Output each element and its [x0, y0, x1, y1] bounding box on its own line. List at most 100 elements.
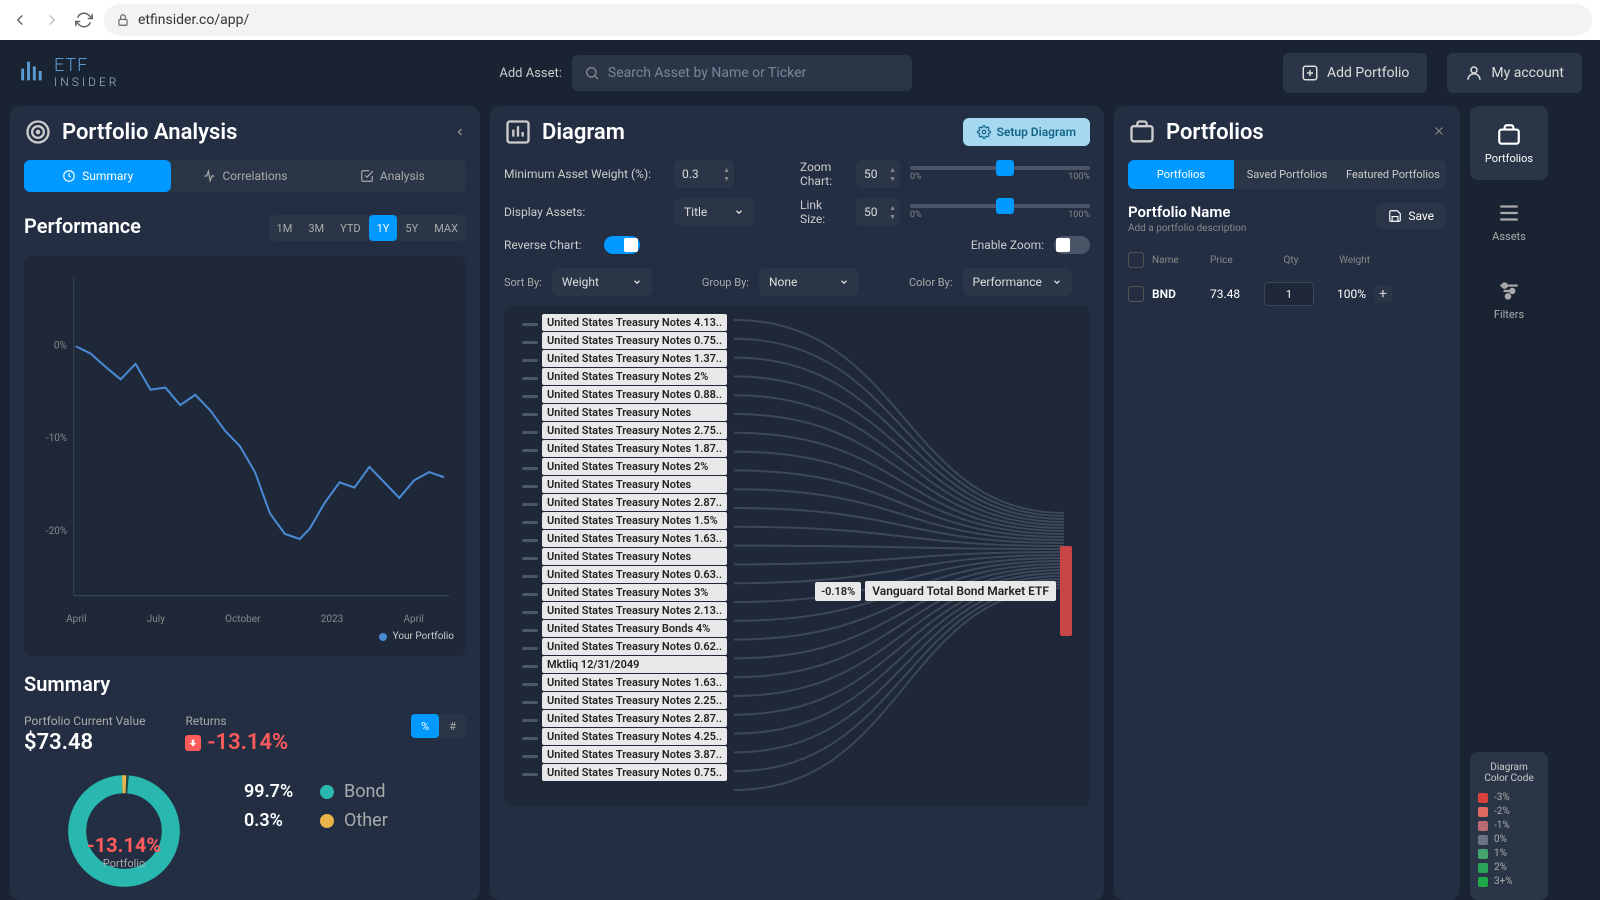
- portfolio-name-input[interactable]: Portfolio Name: [1128, 203, 1246, 221]
- sankey-source-node[interactable]: United States Treasury Notes 4.13..: [542, 314, 727, 331]
- zoom-slider[interactable]: 0%100%: [910, 166, 1090, 182]
- diagram-color-legend: Diagram Color Code -3%-2%-1%0%1%2%3+%: [1470, 752, 1548, 900]
- save-icon: [1388, 209, 1402, 223]
- sankey-source-node[interactable]: United States Treasury Notes 4.25..: [542, 728, 727, 745]
- portfolio-tab[interactable]: Portfolios: [1128, 160, 1234, 189]
- chevron-down-icon: [632, 277, 642, 287]
- sankey-source-node[interactable]: United States Treasury Notes 2%: [542, 458, 727, 475]
- sankey-source-node[interactable]: United States Treasury Notes 0.88..: [542, 386, 727, 403]
- sankey-source-node[interactable]: United States Treasury Notes 1.63..: [542, 674, 727, 691]
- tab-summary[interactable]: Summary: [24, 160, 171, 192]
- timerange-1Y[interactable]: 1Y: [369, 215, 398, 241]
- link-size-input[interactable]: 50▲▼: [856, 198, 900, 226]
- sankey-source-node[interactable]: United States Treasury Notes 3.87..: [542, 746, 727, 763]
- browser-back-button[interactable]: [8, 8, 32, 32]
- browser-reload-button[interactable]: [72, 8, 96, 32]
- rail-assets[interactable]: Assets: [1470, 184, 1548, 258]
- min-weight-input[interactable]: 0.3▲▼: [674, 160, 734, 188]
- sankey-source-node[interactable]: United States Treasury Notes 0.63..: [542, 566, 727, 583]
- collapse-left-button[interactable]: [454, 123, 466, 142]
- save-portfolio-button[interactable]: Save: [1376, 203, 1446, 229]
- asset-search-input[interactable]: Search Asset by Name or Ticker: [572, 55, 912, 91]
- color-by-dropdown[interactable]: Performance: [963, 268, 1072, 296]
- chart-icon: [504, 118, 532, 146]
- chevron-down-icon: [734, 207, 744, 217]
- timerange-selector: 1M3MYTD1Y5YMAX: [269, 215, 466, 241]
- performance-heading: Performance: [24, 214, 141, 238]
- timerange-1M[interactable]: 1M: [269, 215, 301, 241]
- returns-unit-toggle[interactable]: % #: [411, 714, 466, 738]
- reverse-chart-toggle[interactable]: [604, 236, 640, 254]
- sankey-source-node[interactable]: United States Treasury Notes 0.62..: [542, 638, 727, 655]
- portfolio-desc-input[interactable]: Add a portfolio description: [1128, 223, 1246, 234]
- plus-icon: [1301, 64, 1319, 82]
- enable-zoom-toggle[interactable]: [1054, 236, 1090, 254]
- app-logo[interactable]: ETF INSIDER: [18, 57, 119, 90]
- app-topnav: ETF INSIDER Add Asset: Search Asset by N…: [0, 40, 1600, 106]
- sankey-source-node[interactable]: United States Treasury Notes 2.75..: [542, 422, 727, 439]
- group-by-dropdown[interactable]: None: [759, 268, 859, 296]
- browser-url-bar[interactable]: etfinsider.co/app/: [104, 4, 1592, 36]
- rail-portfolios[interactable]: Portfolios: [1470, 106, 1548, 180]
- my-account-button[interactable]: My account: [1447, 53, 1582, 93]
- portfolio-tab[interactable]: Saved Portfolios: [1234, 160, 1340, 189]
- sankey-source-node[interactable]: United States Treasury Notes 1.63..: [542, 530, 727, 547]
- gear-icon: [977, 125, 991, 139]
- add-portfolio-button[interactable]: Add Portfolio: [1283, 53, 1427, 93]
- browser-chrome: etfinsider.co/app/: [0, 0, 1600, 40]
- sankey-source-node[interactable]: Mktliq 12/31/2049: [542, 656, 727, 673]
- arrow-down-icon: [185, 735, 201, 751]
- sankey-source-node[interactable]: United States Treasury Notes 1.5%: [542, 512, 727, 529]
- sankey-source-node[interactable]: United States Treasury Notes 1.37..: [542, 350, 727, 367]
- timerange-MAX[interactable]: MAX: [426, 215, 466, 241]
- sankey-source-node[interactable]: United States Treasury Notes 2.87..: [542, 494, 727, 511]
- zoom-input[interactable]: 50▲▼: [856, 160, 900, 188]
- legend-item: 0%: [1478, 834, 1540, 845]
- sankey-source-node[interactable]: United States Treasury Bonds 4%: [542, 620, 727, 637]
- portfolio-tab[interactable]: Featured Portfolios: [1340, 160, 1446, 189]
- sankey-source-node[interactable]: United States Treasury Notes 1.87..: [542, 440, 727, 457]
- sankey-source-node[interactable]: United States Treasury Notes 3%: [542, 584, 727, 601]
- sankey-source-node[interactable]: United States Treasury Notes: [542, 404, 727, 421]
- timerange-5Y[interactable]: 5Y: [397, 215, 426, 241]
- sankey-source-node[interactable]: United States Treasury Notes 2%: [542, 368, 727, 385]
- tab-correlations[interactable]: Correlations: [171, 160, 318, 192]
- sort-by-dropdown[interactable]: Weight: [552, 268, 652, 296]
- timerange-YTD[interactable]: YTD: [332, 215, 368, 241]
- holding-add-button[interactable]: +: [1374, 285, 1392, 303]
- close-portfolios-button[interactable]: [1432, 123, 1446, 142]
- select-all-checkbox[interactable]: [1128, 252, 1144, 268]
- browser-url-text: etfinsider.co/app/: [138, 12, 249, 28]
- logo-text-top: ETF: [54, 57, 119, 75]
- summary-heading: Summary: [24, 672, 466, 696]
- holding-qty-input[interactable]: 1: [1264, 282, 1314, 306]
- link-size-label: Link Size:: [800, 198, 846, 226]
- sankey-source-node[interactable]: United States Treasury Notes 2.87..: [542, 710, 727, 727]
- sankey-target-bar: [1060, 546, 1072, 636]
- link-size-slider[interactable]: 0%100%: [910, 204, 1090, 220]
- performance-chart[interactable]: 0% -10% -20% AprilJulyOctober2023April Y…: [24, 256, 466, 656]
- holding-checkbox[interactable]: [1128, 286, 1144, 302]
- display-assets-dropdown[interactable]: Title: [674, 198, 754, 226]
- sankey-source-node[interactable]: United States Treasury Notes: [542, 548, 727, 565]
- tab-analysis[interactable]: Analysis: [319, 160, 466, 192]
- rail-filters[interactable]: Filters: [1470, 262, 1548, 336]
- setup-diagram-button[interactable]: Setup Diagram: [963, 118, 1090, 146]
- sankey-source-node[interactable]: United States Treasury Notes 2.13..: [542, 602, 727, 619]
- right-rail: Portfolios Assets Filters Diagram Color …: [1470, 106, 1548, 900]
- current-value-label: Portfolio Current Value: [24, 714, 145, 728]
- sankey-source-node[interactable]: United States Treasury Notes: [542, 476, 727, 493]
- timerange-3M[interactable]: 3M: [300, 215, 332, 241]
- sankey-source-node[interactable]: United States Treasury Notes 0.75..: [542, 764, 727, 781]
- sankey-source-node[interactable]: United States Treasury Notes 0.75..: [542, 332, 727, 349]
- sankey-target-name: Vanguard Total Bond Market ETF: [865, 581, 1056, 601]
- enable-zoom-label: Enable Zoom:: [971, 238, 1044, 252]
- legend-item: 2%: [1478, 862, 1540, 873]
- analysis-tabs: Summary Correlations Analysis: [24, 160, 466, 192]
- search-icon: [584, 65, 600, 81]
- sankey-source-node[interactable]: United States Treasury Notes 2.25..: [542, 692, 727, 709]
- svg-text:-10%: -10%: [46, 433, 67, 444]
- returns-value: -13.14%: [185, 730, 288, 755]
- browser-forward-button[interactable]: [40, 8, 64, 32]
- sankey-diagram[interactable]: United States Treasury Notes 4.13..Unite…: [504, 306, 1090, 806]
